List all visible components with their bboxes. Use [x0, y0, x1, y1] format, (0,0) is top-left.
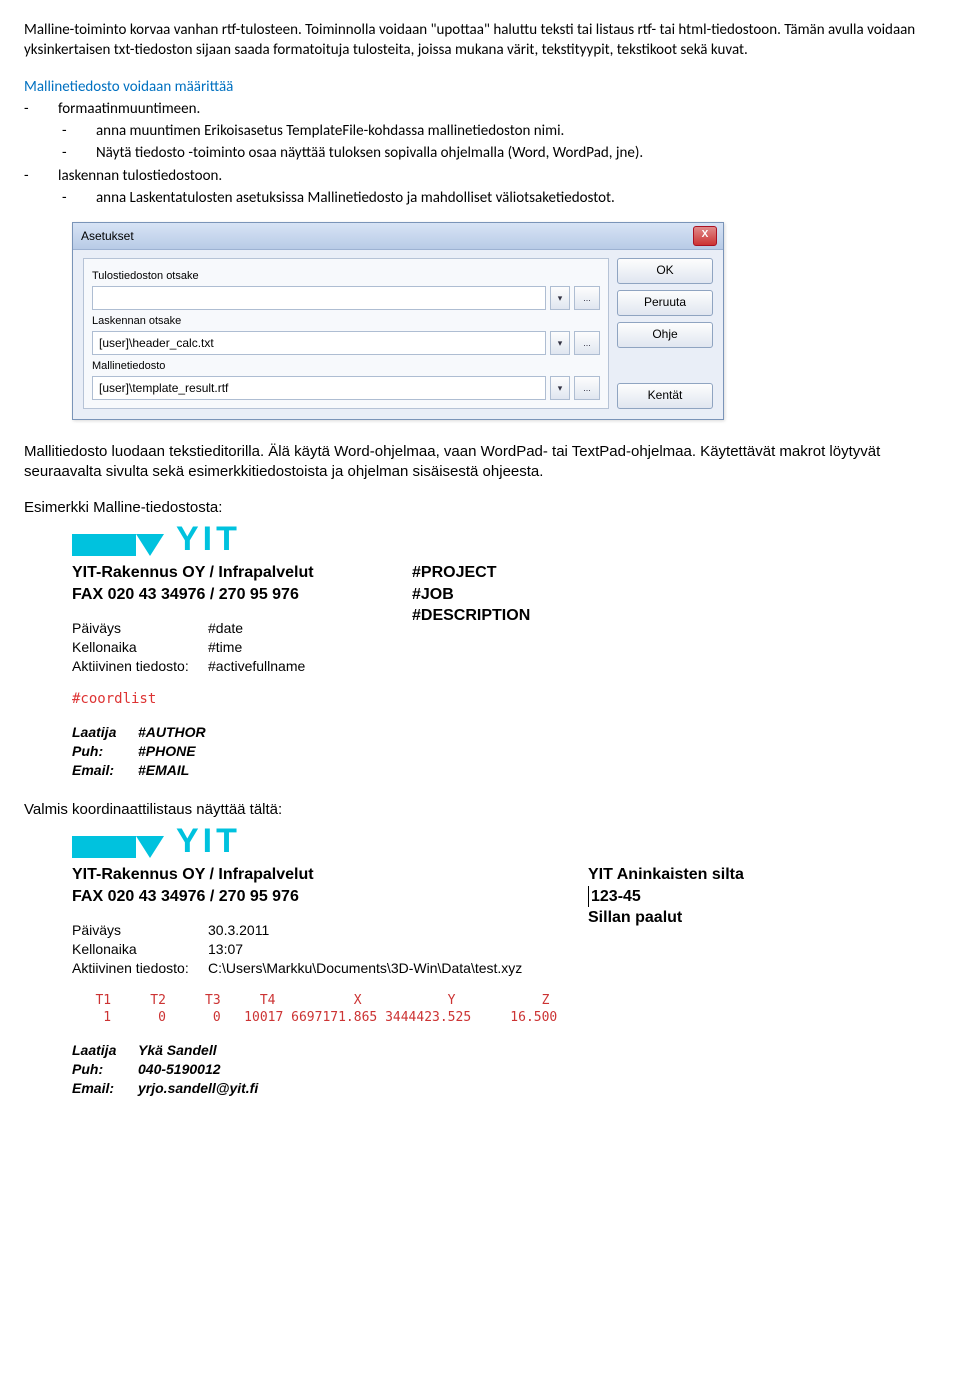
- info-value: #time: [208, 638, 242, 657]
- job-value: 123-45: [588, 886, 888, 908]
- output-header-input[interactable]: [92, 286, 546, 310]
- info-key: Aktiivinen tiedosto:: [72, 657, 202, 676]
- info-key: Email:: [72, 1079, 132, 1098]
- coordlist-macro: #coordlist: [72, 690, 372, 709]
- dialog-fields: Tulostiedoston otsake ▾ ... Laskennan ot…: [83, 258, 609, 409]
- calc-header-input[interactable]: [92, 331, 546, 355]
- bullet: anna Laskentatulosten asetuksissa Mallin…: [24, 188, 936, 208]
- help-button[interactable]: Ohje: [617, 322, 713, 348]
- info-key: Laatija: [72, 1041, 132, 1060]
- cancel-button[interactable]: Peruuta: [617, 290, 713, 316]
- info-row: Päiväys #date: [72, 619, 372, 638]
- company-line: YIT-Rakennus OY / Infrapalvelut: [72, 562, 372, 584]
- intro-heading: Mallinetiedosto voidaan määrittää: [24, 77, 936, 97]
- fields-button[interactable]: Kentät: [617, 383, 713, 409]
- chevron-down-icon[interactable]: ▾: [550, 286, 570, 310]
- field-label: Tulostiedoston otsake: [92, 269, 600, 284]
- info-key: Päiväys: [72, 619, 202, 638]
- info-value: #PHONE: [138, 742, 196, 761]
- intro-paragraph: Malline-toiminto korvaa vanhan rtf-tulos…: [24, 20, 936, 61]
- yit-logo: YIT: [72, 522, 888, 556]
- result-heading: Valmis koordinaattilistaus näyttää tältä…: [24, 800, 936, 820]
- chevron-down-icon[interactable]: ▾: [550, 376, 570, 400]
- info-key: Päiväys: [72, 921, 202, 940]
- info-row: Aktiivinen tiedosto: C:\Users\Markku\Docu…: [72, 959, 548, 978]
- bullet: formaatinmuuntimeen.: [24, 99, 936, 119]
- macro-project: #PROJECT: [412, 562, 712, 584]
- browse-button[interactable]: ...: [574, 286, 600, 310]
- info-row: Aktiivinen tiedosto: #activefullname: [72, 657, 372, 676]
- info-row: Puh: #PHONE: [72, 742, 372, 761]
- settings-dialog: Asetukset X Tulostiedoston otsake ▾ ... …: [72, 222, 724, 420]
- close-icon[interactable]: X: [693, 226, 717, 246]
- field-label: Laskennan otsake: [92, 314, 600, 329]
- info-row: Kellonaika 13:07: [72, 940, 548, 959]
- template-file-input[interactable]: [92, 376, 546, 400]
- yit-logo: YIT: [72, 824, 888, 858]
- info-value: 040-5190012: [138, 1060, 221, 1079]
- info-row: Email: yrjo.sandell@yit.fi: [72, 1079, 548, 1098]
- company-line: YIT-Rakennus OY / Infrapalvelut: [72, 864, 548, 886]
- browse-button[interactable]: ...: [574, 376, 600, 400]
- info-value: C:\Users\Markku\Documents\3D-Win\Data\te…: [208, 959, 522, 978]
- coord-row: 1 0 0 10017 6697171.865 3444423.525 16.5…: [72, 1009, 548, 1027]
- info-row: Email: #EMAIL: [72, 761, 372, 780]
- info-row: Puh: 040-5190012: [72, 1060, 548, 1079]
- chevron-down-icon[interactable]: ▾: [550, 331, 570, 355]
- info-row: Laatija Ykä Sandell: [72, 1041, 548, 1060]
- bullet: anna muuntimen Erikoisasetus TemplateFil…: [24, 121, 936, 141]
- info-value: 30.3.2011: [208, 921, 269, 940]
- browse-button[interactable]: ...: [574, 331, 600, 355]
- info-row: Laatija #AUTHOR: [72, 723, 372, 742]
- info-value: #date: [208, 619, 243, 638]
- info-key: Kellonaika: [72, 638, 202, 657]
- info-key: Puh:: [72, 742, 132, 761]
- info-row: Kellonaika #time: [72, 638, 372, 657]
- ok-button[interactable]: OK: [617, 258, 713, 284]
- info-value: #AUTHOR: [138, 723, 206, 742]
- mid-paragraph: Mallitiedosto luodaan tekstieditorilla. …: [24, 442, 936, 483]
- info-value: Ykä Sandell: [138, 1041, 217, 1060]
- info-value: 13:07: [208, 940, 243, 959]
- field-label: Mallinetiedosto: [92, 359, 600, 374]
- result-example: YIT YIT-Rakennus OY / Infrapalvelut FAX …: [72, 824, 888, 1098]
- info-value: #activefullname: [208, 657, 305, 676]
- example-heading: Esimerkki Malline-tiedostosta:: [24, 498, 936, 518]
- description-value: Sillan paalut: [588, 907, 888, 929]
- template-example: YIT YIT-Rakennus OY / Infrapalvelut FAX …: [72, 522, 888, 779]
- dialog-titlebar: Asetukset X: [73, 223, 723, 250]
- dialog-title: Asetukset: [81, 228, 134, 244]
- bullet: Näytä tiedosto -toiminto osaa näyttää tu…: [24, 143, 936, 163]
- project-value: YIT Aninkaisten silta: [588, 864, 888, 886]
- macro-job: #JOB: [412, 584, 712, 606]
- info-key: Aktiivinen tiedosto:: [72, 959, 202, 978]
- info-key: Kellonaika: [72, 940, 202, 959]
- info-row: Päiväys 30.3.2011: [72, 921, 548, 940]
- macro-description: #DESCRIPTION: [412, 605, 712, 627]
- info-key: Email:: [72, 761, 132, 780]
- info-value: yrjo.sandell@yit.fi: [138, 1079, 258, 1098]
- fax-line: FAX 020 43 34976 / 270 95 976: [72, 886, 548, 908]
- fax-line: FAX 020 43 34976 / 270 95 976: [72, 584, 372, 606]
- info-key: Puh:: [72, 1060, 132, 1079]
- bullet: laskennan tulostiedostoon.: [24, 166, 936, 186]
- coord-header: T1 T2 T3 T4 X Y Z: [72, 992, 548, 1010]
- info-key: Laatija: [72, 723, 132, 742]
- info-value: #EMAIL: [138, 761, 189, 780]
